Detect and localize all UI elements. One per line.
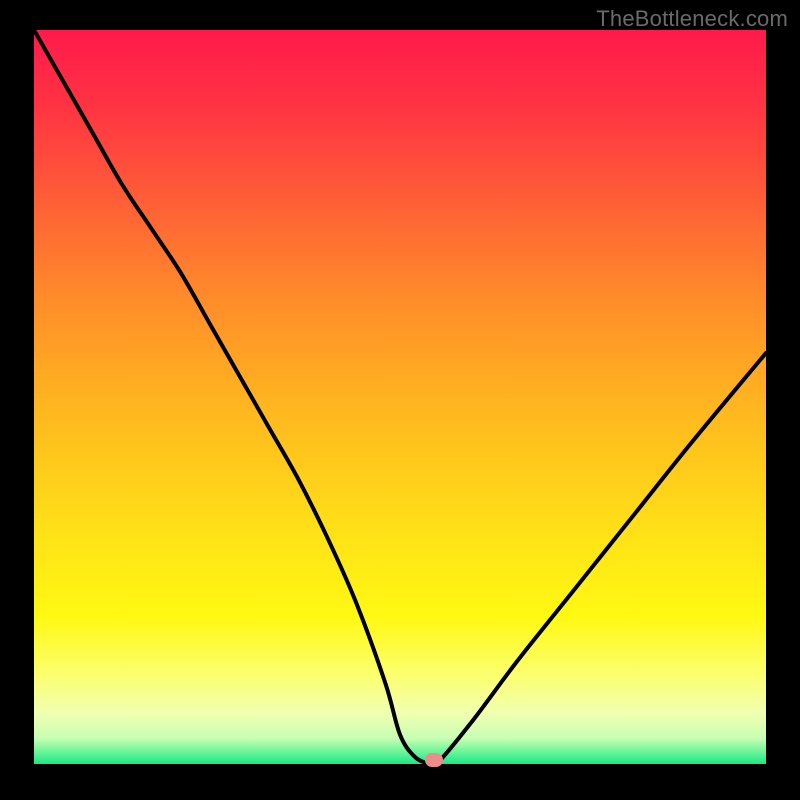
bottleneck-chart-svg [34, 30, 766, 764]
chart-frame: TheBottleneck.com [0, 0, 800, 800]
plot-area [34, 30, 766, 764]
optimum-marker [425, 753, 443, 767]
watermark-text: TheBottleneck.com [596, 6, 788, 32]
gradient-background [34, 30, 766, 764]
